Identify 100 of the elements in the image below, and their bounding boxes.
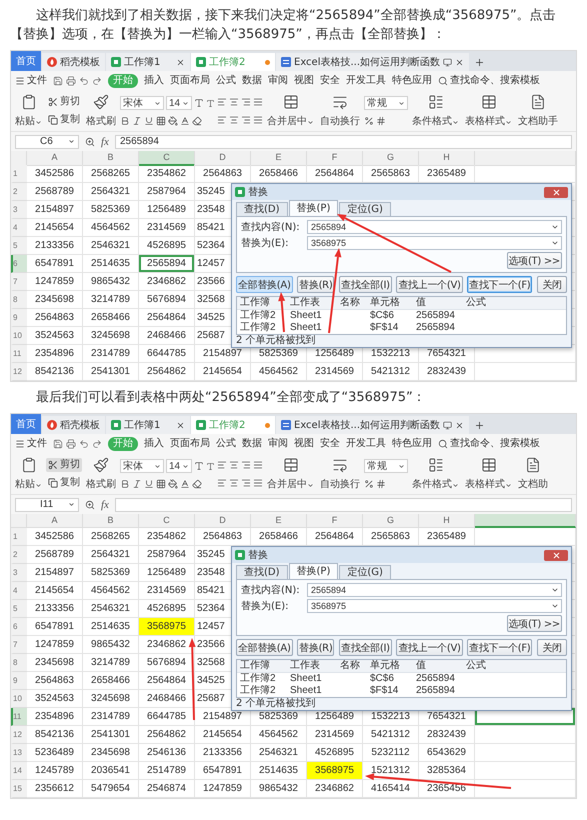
column-header[interactable]: H — [419, 514, 475, 528]
dialog-button[interactable]: 关闭 — [537, 276, 567, 293]
text-field[interactable]: 3568975 — [307, 599, 562, 613]
ribbon-tab[interactable]: 安全 — [320, 437, 340, 451]
text-field[interactable]: 2565894 — [307, 583, 562, 597]
border-grid-icon[interactable] — [156, 116, 166, 126]
row-header[interactable]: 6 — [11, 618, 27, 636]
align-justify-icon[interactable] — [253, 460, 263, 470]
row-header[interactable]: 7 — [11, 273, 27, 291]
align-center-icon[interactable] — [229, 460, 239, 470]
document-assistant-button[interactable]: 文档助手 — [516, 93, 560, 129]
column-header[interactable]: F — [307, 151, 363, 166]
undo-icon[interactable] — [79, 439, 89, 449]
ribbon-tab[interactable]: 审阅 — [268, 74, 288, 88]
align-left-icon[interactable] — [217, 460, 227, 470]
dialog-button[interactable]: 替换(R) — [297, 276, 334, 293]
close-icon[interactable] — [176, 420, 185, 430]
close-button[interactable] — [544, 550, 568, 560]
font-size-select[interactable]: 14 — [166, 96, 192, 110]
command-search[interactable]: 查找命令、搜索模板 — [438, 74, 540, 88]
file-menu[interactable]: 文件 — [15, 437, 47, 451]
align-center-icon[interactable] — [229, 97, 239, 107]
column-header[interactable]: A — [27, 514, 83, 528]
column-header[interactable]: H — [419, 151, 475, 166]
dialog-button[interactable]: 全部替换(A) — [236, 639, 293, 656]
row-header[interactable]: 5 — [11, 237, 27, 255]
column-header[interactable]: D — [195, 514, 251, 528]
dialog-button[interactable]: 关闭 — [537, 639, 567, 656]
ribbon-tab[interactable]: 视图 — [294, 437, 314, 451]
table-style-button[interactable]: 表格样式 — [463, 93, 514, 129]
column-header[interactable]: F — [307, 514, 363, 528]
underline-icon[interactable] — [144, 479, 154, 489]
row-header[interactable]: 13 — [11, 744, 27, 762]
format-painter-button[interactable]: 格式刷 — [84, 93, 118, 129]
ribbon-tab[interactable]: 公式 — [216, 437, 236, 451]
copy-button[interactable]: 复制 — [46, 476, 82, 490]
align-center-icon[interactable] — [229, 115, 239, 125]
italic-icon[interactable] — [132, 479, 142, 489]
row-header[interactable]: 11 — [11, 345, 27, 363]
dialog-button[interactable]: 查找全部(I) — [339, 276, 392, 293]
dialog-button[interactable]: 查找上一个(V) — [396, 639, 463, 656]
document-tab[interactable]: Excel表格技...如何运用判断函数 — [276, 416, 470, 434]
dialog-tab[interactable]: 定位(G) — [339, 202, 391, 216]
options-button[interactable]: 选项(T) >> — [506, 252, 562, 269]
conditional-format-button[interactable]: 条件格式 — [410, 456, 461, 492]
column-header[interactable]: B — [83, 151, 139, 166]
row-header[interactable]: 3 — [11, 201, 27, 219]
ribbon-tab[interactable]: 页面布局 — [170, 437, 210, 451]
name-box[interactable]: I11 — [15, 498, 79, 512]
column-header[interactable]: C — [139, 151, 195, 166]
save-icon[interactable] — [53, 439, 63, 449]
percent-icon[interactable] — [364, 116, 374, 126]
align-right-icon[interactable] — [241, 97, 251, 107]
font-select[interactable]: 宋体 — [120, 459, 164, 473]
dialog-tab[interactable]: 定位(G) — [339, 565, 391, 579]
align-left-icon[interactable] — [217, 97, 227, 107]
column-header[interactable]: C — [139, 514, 195, 528]
row-header[interactable]: 10 — [11, 690, 27, 708]
column-header[interactable]: G — [363, 514, 419, 528]
row-header[interactable]: 5 — [11, 600, 27, 618]
font-color-icon[interactable] — [180, 479, 190, 489]
zoom-icon[interactable] — [85, 136, 95, 146]
formula-field[interactable]: 2565894 — [114, 134, 572, 148]
document-tab[interactable]: 工作簿1 — [106, 53, 190, 71]
ribbon-tab[interactable]: 数据 — [242, 74, 262, 88]
column-header[interactable]: G — [363, 151, 419, 166]
name-box[interactable]: C6 — [15, 134, 79, 148]
row-header[interactable]: 2 — [11, 546, 27, 564]
align-left-icon[interactable] — [217, 478, 227, 488]
bold-icon[interactable] — [120, 479, 130, 489]
italic-icon[interactable] — [132, 116, 142, 126]
close-icon[interactable] — [176, 58, 185, 66]
font-select[interactable]: 宋体 — [120, 96, 164, 110]
column-header[interactable]: E — [251, 514, 307, 528]
row-header[interactable]: 15 — [11, 780, 27, 798]
document-tab[interactable]: 首页 — [11, 414, 41, 434]
ribbon-tab[interactable]: 插入 — [144, 437, 164, 451]
wrap-text-button[interactable]: 自动换行 — [318, 93, 362, 129]
align-center-icon[interactable] — [229, 478, 239, 488]
row-header[interactable]: 12 — [11, 363, 27, 381]
align-justify-icon[interactable] — [253, 478, 263, 488]
border-grid-icon[interactable] — [156, 479, 166, 489]
document-tab[interactable]: 首页 — [11, 51, 41, 71]
text-field[interactable]: 3568975 — [307, 236, 562, 250]
dialog-tab[interactable]: 查找(D) — [236, 202, 288, 216]
hash-icon[interactable] — [376, 116, 386, 126]
wrap-text-button[interactable]: 自动换行 — [318, 456, 362, 492]
zoom-icon[interactable] — [85, 500, 95, 510]
close-icon[interactable] — [455, 58, 464, 66]
cut-button[interactable]: 剪切 — [46, 95, 82, 109]
eraser-icon[interactable] — [192, 479, 202, 489]
ribbon-tab[interactable]: 视图 — [294, 74, 314, 88]
dialog-button[interactable]: 查找下一个(F) — [467, 276, 532, 293]
document-assistant-button[interactable]: 文档助 — [516, 456, 550, 492]
column-header[interactable]: E — [251, 151, 307, 166]
number-format-select[interactable]: 常规 — [364, 96, 408, 110]
align-left-icon[interactable] — [217, 115, 227, 125]
close-icon[interactable] — [455, 420, 464, 430]
paint-bucket-icon[interactable] — [168, 116, 178, 126]
cut-button[interactable]: 剪切 — [46, 458, 82, 472]
